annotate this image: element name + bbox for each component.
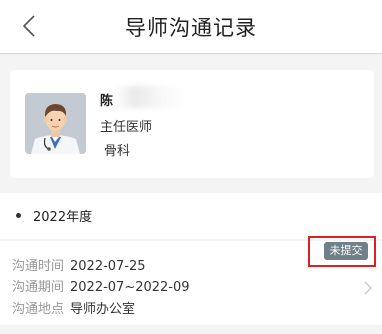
record-label: 沟通时间 <box>12 259 65 274</box>
avatar <box>25 93 86 154</box>
chevron-right-icon <box>364 281 372 295</box>
record-row-time: 沟通时间 2022-07-25 <box>12 255 146 274</box>
record-value: 2022-07~2022-09 <box>70 280 190 295</box>
doctor-title: 主任医师 <box>100 120 153 135</box>
doctor-name: 陈 <box>100 94 114 109</box>
bullet-icon <box>16 213 21 218</box>
page-title: 导师沟通记录 <box>125 16 257 40</box>
page: 导师沟通记录 陈 主任医师 骨科 2022年度 沟通时间 2022-07-25 … <box>0 0 382 334</box>
name-redaction <box>114 86 184 108</box>
status-badge: 未提交 <box>324 242 368 260</box>
record-value: 导师办公室 <box>70 302 136 317</box>
doctor-card: 陈 主任医师 骨科 <box>10 70 374 178</box>
record-label: 沟通期间 <box>12 280 65 295</box>
top-bar: 导师沟通记录 <box>0 0 382 54</box>
record-label: 沟通地点 <box>12 302 65 317</box>
record-row-location: 沟通地点 导师办公室 <box>12 298 135 317</box>
record-value: 2022-07-25 <box>70 259 146 274</box>
doctor-department: 骨科 <box>104 144 131 159</box>
year-section-header[interactable]: 2022年度 <box>0 193 382 239</box>
record-row-period: 沟通期间 2022-07~2022-09 <box>12 276 190 295</box>
year-label: 2022年度 <box>33 210 93 225</box>
